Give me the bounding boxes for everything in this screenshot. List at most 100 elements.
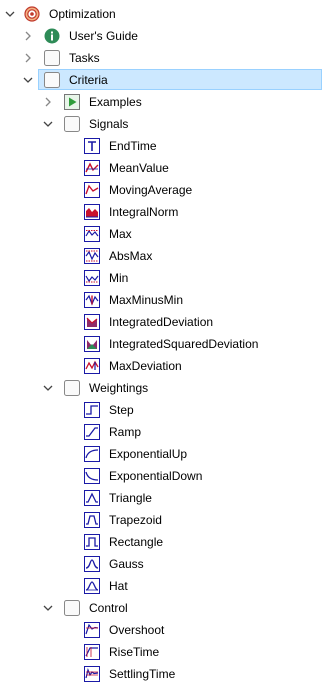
tree-leaf-ramp[interactable]: Ramp [0, 421, 323, 443]
tree-leaf-absmax[interactable]: AbsMax [0, 245, 323, 267]
control-block-icon [84, 666, 100, 682]
tree-leaf-label: IntegratedSquaredDeviation [109, 337, 259, 351]
tree-leaf-label: EndTime [109, 139, 157, 153]
tree-leaf-label: Trapezoid [109, 513, 162, 527]
chevron-right-icon[interactable] [22, 52, 34, 64]
tree-leaf-trapezoid[interactable]: Trapezoid [0, 509, 323, 531]
play-icon [64, 94, 80, 110]
tree-leaf-label: MeanValue [109, 161, 169, 175]
signal-block-icon [84, 226, 100, 242]
signal-block-icon [84, 204, 100, 220]
tree-leaf-movingaverage[interactable]: MovingAverage [0, 179, 323, 201]
tree-leaf-integratedsquareddeviation[interactable]: IntegratedSquaredDeviation [0, 333, 323, 355]
tree-leaf-label: IntegralNorm [109, 205, 179, 219]
signal-block-icon [84, 248, 100, 264]
chevron-down-icon[interactable] [42, 382, 54, 394]
tree-leaf-overshoot[interactable]: Overshoot [0, 619, 323, 641]
package-icon [44, 50, 60, 66]
tree-leaf-label: Hat [109, 579, 128, 593]
tree-node-label: Optimization [49, 7, 116, 21]
tree-node-label: Tasks [69, 51, 100, 65]
tree-node-optimization[interactable]: Optimization [0, 3, 323, 25]
tree-node-tasks[interactable]: Tasks [0, 47, 323, 69]
tree-leaf-risetime[interactable]: RiseTime [0, 641, 323, 663]
signal-block-icon [84, 336, 100, 352]
tree-leaf-label: IntegratedDeviation [109, 315, 214, 329]
tree-leaf-label: Ramp [109, 425, 142, 439]
tree-leaf-label: MaxMinusMin [109, 293, 184, 307]
control-block-icon [84, 644, 100, 660]
signal-block-icon [84, 182, 100, 198]
tree-leaf-endtime[interactable]: EndTime [0, 135, 323, 157]
chevron-down-icon[interactable] [42, 118, 54, 130]
signal-block-icon [84, 270, 100, 286]
tree-node-examples[interactable]: Examples [0, 91, 323, 113]
tree-node-label: User's Guide [69, 29, 138, 43]
tree-node-label: Criteria [69, 73, 108, 87]
tree-leaf-max[interactable]: Max [0, 223, 323, 245]
package-icon [64, 600, 80, 616]
exp-down-block-icon [84, 468, 100, 484]
tree-leaf-label: RiseTime [109, 645, 160, 659]
tree-node-label: Control [89, 601, 128, 615]
tree-node-criteria[interactable]: Criteria [0, 69, 323, 91]
tree-leaf-integralnorm[interactable]: IntegralNorm [0, 201, 323, 223]
exp-up-block-icon [84, 446, 100, 462]
signal-block-icon [84, 358, 100, 374]
chevron-down-icon[interactable] [42, 602, 54, 614]
tree-leaf-label: MovingAverage [109, 183, 193, 197]
tree-leaf-label: Max [109, 227, 132, 241]
tree-leaf-maxminusmin[interactable]: MaxMinusMin [0, 289, 323, 311]
tree-leaf-label: ExponentialDown [109, 469, 203, 483]
tree-leaf-label: SettlingTime [109, 667, 176, 681]
signal-block-icon [84, 314, 100, 330]
package-icon [64, 380, 80, 396]
signal-block-icon [84, 160, 100, 176]
chevron-right-icon[interactable] [22, 30, 34, 42]
time-block-icon [84, 138, 100, 154]
trapezoid-block-icon [84, 512, 100, 528]
target-icon [24, 6, 40, 22]
tree-leaf-maxdeviation[interactable]: MaxDeviation [0, 355, 323, 377]
package-icon [44, 72, 60, 88]
tree-leaf-meanvalue[interactable]: MeanValue [0, 157, 323, 179]
tree-leaf-exponentialdown[interactable]: ExponentialDown [0, 465, 323, 487]
tree-leaf-hat[interactable]: Hat [0, 575, 323, 597]
tree-leaf-triangle[interactable]: Triangle [0, 487, 323, 509]
ramp-block-icon [84, 424, 100, 440]
rectangle-block-icon [84, 534, 100, 550]
hat-block-icon [84, 578, 100, 594]
control-block-icon [84, 622, 100, 638]
step-block-icon [84, 402, 100, 418]
tree-leaf-integrateddeviation[interactable]: IntegratedDeviation [0, 311, 323, 333]
signal-block-icon [84, 292, 100, 308]
tree-leaf-step[interactable]: Step [0, 399, 323, 421]
tree-leaf-label: Gauss [109, 557, 144, 571]
triangle-block-icon [84, 490, 100, 506]
gauss-block-icon [84, 556, 100, 572]
chevron-right-icon[interactable] [42, 96, 54, 108]
info-icon [44, 28, 60, 44]
tree-leaf-label: Triangle [109, 491, 152, 505]
tree-node-label: Weightings [89, 381, 149, 395]
tree-leaf-label: MaxDeviation [109, 359, 182, 373]
tree-node-label: Examples [89, 95, 142, 109]
tree-leaf-label: Overshoot [109, 623, 165, 637]
tree-leaf-label: Step [109, 403, 134, 417]
package-icon [64, 116, 80, 132]
tree-node-weightings[interactable]: Weightings [0, 377, 323, 399]
tree-leaf-min[interactable]: Min [0, 267, 323, 289]
tree-leaf-label: Min [109, 271, 129, 285]
tree-leaf-rectangle[interactable]: Rectangle [0, 531, 323, 553]
tree-leaf-label: AbsMax [109, 249, 153, 263]
tree-leaf-gauss[interactable]: Gauss [0, 553, 323, 575]
tree-node-control[interactable]: Control [0, 597, 323, 619]
tree-node-signals[interactable]: Signals [0, 113, 323, 135]
chevron-down-icon[interactable] [22, 74, 34, 86]
tree-leaf-exponentialup[interactable]: ExponentialUp [0, 443, 323, 465]
tree-leaf-settlingtime[interactable]: SettlingTime [0, 663, 323, 685]
tree-node-label: Signals [89, 117, 129, 131]
tree-node-users-guide[interactable]: User's Guide [0, 25, 323, 47]
tree-leaf-label: ExponentialUp [109, 447, 188, 461]
chevron-down-icon[interactable] [4, 8, 16, 20]
